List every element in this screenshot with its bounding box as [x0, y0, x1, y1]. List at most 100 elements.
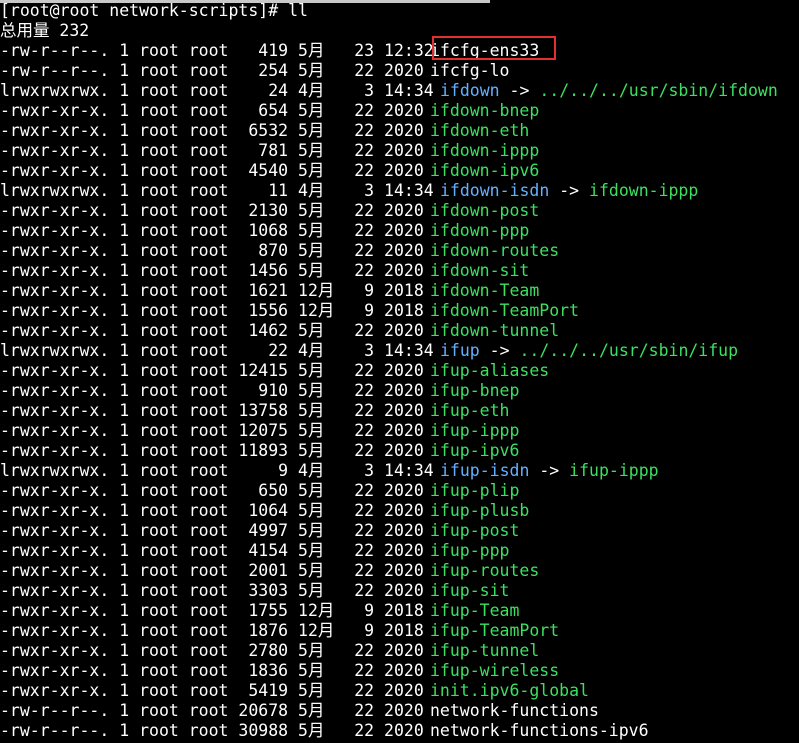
- file-name: ifup-eth: [430, 401, 510, 420]
- file-name: network-functions-ipv6: [430, 721, 649, 740]
- file-meta: -rwxr-xr-x. 1 root root 654 5月 22 2020: [0, 101, 424, 120]
- file-name: ifcfg-lo: [430, 61, 510, 80]
- listing-row: -rwxr-xr-x. 1 root root 654 5月 22 2020 if…: [0, 101, 539, 121]
- listing-row: -rwxr-xr-x. 1 root root 5419 5月 22 2020 i…: [0, 681, 589, 701]
- file-name: ifup-wireless: [430, 661, 560, 680]
- file-name: ifdown-Team: [430, 281, 540, 300]
- file-meta: -rwxr-xr-x. 1 root root 3303 5月 22 2020: [0, 581, 424, 600]
- file-meta: -rwxr-xr-x. 1 root root 650 5月 22 2020: [0, 481, 424, 500]
- file-name: ifdown-ippp: [430, 141, 540, 160]
- listing-row: -rw-r--r--. 1 root root 30988 5月 22 2020…: [0, 721, 649, 741]
- listing-row: -rwxr-xr-x. 1 root root 4997 5月 22 2020 i…: [0, 521, 519, 541]
- file-name: ifdown-isdn -> ifdown-ippp: [440, 181, 699, 200]
- listing-row: -rwxr-xr-x. 1 root root 870 5月 22 2020 if…: [0, 241, 559, 261]
- file-name: ifdown-tunnel: [430, 321, 560, 340]
- listing-row: -rwxr-xr-x. 1 root root 3303 5月 22 2020 i…: [0, 581, 509, 601]
- listing-row: lrwxrwxrwx. 1 root root 22 4月 3 14:34 ifu…: [0, 341, 738, 361]
- file-name: ifdown-post: [430, 201, 540, 220]
- listing-row: lrwxrwxrwx. 1 root root 24 4月 3 14:34 ifd…: [0, 81, 778, 101]
- file-name: ifdown -> ../../../usr/sbin/ifdown: [440, 81, 778, 100]
- file-meta: -rwxr-xr-x. 1 root root 1556 12月 9 2018: [0, 301, 424, 320]
- file-name: init.ipv6-global: [430, 681, 589, 700]
- symlink-arrow: ->: [549, 181, 590, 200]
- file-meta: -rwxr-xr-x. 1 root root 4540 5月 22 2020: [0, 161, 424, 180]
- listing-row: -rwxr-xr-x. 1 root root 1836 5月 22 2020 i…: [0, 661, 559, 681]
- file-name: ifup-ippp: [430, 421, 520, 440]
- file-name: ifup-TeamPort: [430, 621, 560, 640]
- symlink-target: ifup-ippp: [569, 461, 659, 480]
- file-name: ifup-isdn -> ifup-ippp: [440, 461, 659, 480]
- terminal-window[interactable]: [root@root network-scripts]# ll 总用量 232 …: [0, 0, 799, 743]
- file-meta: -rwxr-xr-x. 1 root root 781 5月 22 2020: [0, 141, 424, 160]
- file-meta: -rwxr-xr-x. 1 root root 2001 5月 22 2020: [0, 561, 424, 580]
- file-meta: lrwxrwxrwx. 1 root root 22 4月 3 14:34: [0, 341, 434, 360]
- listing-row: -rwxr-xr-x. 1 root root 2780 5月 22 2020 i…: [0, 641, 539, 661]
- file-meta: lrwxrwxrwx. 1 root root 9 4月 3 14:34: [0, 461, 434, 480]
- file-meta: -rwxr-xr-x. 1 root root 4997 5月 22 2020: [0, 521, 424, 540]
- file-meta: -rwxr-xr-x. 1 root root 1456 5月 22 2020: [0, 261, 424, 280]
- file-name: ifdown-eth: [430, 121, 530, 140]
- listing-row: -rwxr-xr-x. 1 root root 781 5月 22 2020 if…: [0, 141, 539, 161]
- total-line: 总用量 232: [0, 21, 90, 40]
- symlink-arrow: ->: [529, 461, 570, 480]
- listing-row: -rwxr-xr-x. 1 root root 1064 5月 22 2020 i…: [0, 501, 529, 521]
- file-name: ifup-post: [430, 521, 520, 540]
- file-meta: -rw-r--r--. 1 root root 419 5月 23 12:32: [0, 41, 434, 60]
- file-meta: -rwxr-xr-x. 1 root root 1462 5月 22 2020: [0, 321, 424, 340]
- listing-row: -rwxr-xr-x. 1 root root 1876 12月 9 2018 i…: [0, 621, 559, 641]
- file-name: ifdown-ipv6: [430, 161, 540, 180]
- listing-row: -rwxr-xr-x. 1 root root 12415 5月 22 2020…: [0, 361, 549, 381]
- symlink-target: ifdown-ippp: [589, 181, 699, 200]
- listing-row: -rwxr-xr-x. 1 root root 12075 5月 22 2020…: [0, 421, 519, 441]
- listing-row: lrwxrwxrwx. 1 root root 11 4月 3 14:34 ifd…: [0, 181, 698, 201]
- file-name: ifdown-sit: [430, 261, 530, 280]
- file-meta: lrwxrwxrwx. 1 root root 11 4月 3 14:34: [0, 181, 434, 200]
- listing-row: -rwxr-xr-x. 1 root root 1556 12月 9 2018 i…: [0, 301, 579, 321]
- file-meta: -rwxr-xr-x. 1 root root 1068 5月 22 2020: [0, 221, 424, 240]
- command-prompt: [root@root network-scripts]# ll: [0, 1, 308, 20]
- listing-row: -rw-r--r--. 1 root root 419 5月 23 12:32 i…: [0, 41, 539, 61]
- symlink-arrow: ->: [479, 341, 520, 360]
- file-name: network-functions: [430, 701, 599, 720]
- listing-row: -rwxr-xr-x. 1 root root 13758 5月 22 2020…: [0, 401, 509, 421]
- file-meta: -rw-r--r--. 1 root root 30988 5月 22 2020: [0, 721, 424, 740]
- listing-row: lrwxrwxrwx. 1 root root 9 4月 3 14:34 ifup…: [0, 461, 659, 481]
- symlink-target: ../../../usr/sbin/ifup: [519, 341, 739, 360]
- file-meta: -rw-r--r--. 1 root root 20678 5月 22 2020: [0, 701, 424, 720]
- file-name: ifup-aliases: [430, 361, 550, 380]
- file-meta: -rwxr-xr-x. 1 root root 2780 5月 22 2020: [0, 641, 424, 660]
- listing-row: -rwxr-xr-x. 1 root root 11893 5月 22 2020…: [0, 441, 519, 461]
- file-meta: -rwxr-xr-x. 1 root root 13758 5月 22 2020: [0, 401, 424, 420]
- file-name: ifup-routes: [430, 561, 540, 580]
- file-name: ifup-plip: [430, 481, 520, 500]
- file-meta: -rwxr-xr-x. 1 root root 1621 12月 9 2018: [0, 281, 424, 300]
- file-meta: -rwxr-xr-x. 1 root root 12415 5月 22 2020: [0, 361, 424, 380]
- file-meta: -rwxr-xr-x. 1 root root 1836 5月 22 2020: [0, 661, 424, 680]
- listing-row: -rwxr-xr-x. 1 root root 1755 12月 9 2018 i…: [0, 601, 519, 621]
- listing-row: -rwxr-xr-x. 1 root root 910 5月 22 2020 if…: [0, 381, 519, 401]
- listing-row: -rwxr-xr-x. 1 root root 4154 5月 22 2020 i…: [0, 541, 509, 561]
- file-name: ifup-Team: [430, 601, 520, 620]
- file-meta: lrwxrwxrwx. 1 root root 24 4月 3 14:34: [0, 81, 434, 100]
- symlink-target: ../../../usr/sbin/ifdown: [539, 81, 778, 100]
- file-name: ifdown-ppp: [430, 221, 530, 240]
- file-meta: -rwxr-xr-x. 1 root root 12075 5月 22 2020: [0, 421, 424, 440]
- listing-row: -rwxr-xr-x. 1 root root 2001 5月 22 2020 i…: [0, 561, 539, 581]
- file-meta: -rwxr-xr-x. 1 root root 1755 12月 9 2018: [0, 601, 424, 620]
- listing-row: -rwxr-xr-x. 1 root root 6532 5月 22 2020 i…: [0, 121, 529, 141]
- highlight-box: [432, 36, 556, 60]
- listing-row: -rwxr-xr-x. 1 root root 1621 12月 9 2018 i…: [0, 281, 539, 301]
- file-name: ifdown-bnep: [430, 101, 540, 120]
- file-meta: -rwxr-xr-x. 1 root root 11893 5月 22 2020: [0, 441, 424, 460]
- listing-row: -rwxr-xr-x. 1 root root 1068 5月 22 2020 i…: [0, 221, 529, 241]
- file-name: ifdown-routes: [430, 241, 560, 260]
- listing-row: -rwxr-xr-x. 1 root root 1462 5月 22 2020 i…: [0, 321, 559, 341]
- file-name: ifup-plusb: [430, 501, 530, 520]
- listing-row: -rw-r--r--. 1 root root 254 5月 22 2020 if…: [0, 61, 509, 81]
- file-meta: -rwxr-xr-x. 1 root root 870 5月 22 2020: [0, 241, 424, 260]
- file-name: ifup-bnep: [430, 381, 520, 400]
- file-meta: -rwxr-xr-x. 1 root root 4154 5月 22 2020: [0, 541, 424, 560]
- file-meta: -rwxr-xr-x. 1 root root 1064 5月 22 2020: [0, 501, 424, 520]
- file-name: ifup-tunnel: [430, 641, 540, 660]
- file-name: ifup -> ../../../usr/sbin/ifup: [440, 341, 739, 360]
